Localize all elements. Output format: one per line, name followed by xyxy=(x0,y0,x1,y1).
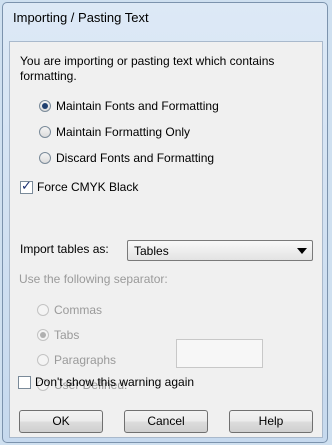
dont-show-label: Don't show this warning again xyxy=(35,375,195,389)
tabs-radio[interactable] xyxy=(37,329,49,341)
import-tables-select[interactable]: Tables xyxy=(127,240,313,261)
force-cmyk-label: Force CMYK Black xyxy=(37,180,139,194)
paragraphs-radio[interactable] xyxy=(37,354,49,366)
help-button[interactable]: Help xyxy=(229,410,313,433)
maintain-fonts-radio[interactable] xyxy=(39,100,51,112)
maintain-formatting-label: Maintain Formatting Only xyxy=(56,125,191,139)
maintain-formatting-radio[interactable] xyxy=(39,126,51,138)
separator-label: Use the following separator: xyxy=(19,272,168,286)
maintain-fonts-label: Maintain Fonts and Formatting xyxy=(56,99,219,113)
chevron-down-icon xyxy=(297,248,307,254)
cancel-button[interactable]: Cancel xyxy=(124,410,208,433)
discard-formatting-label: Discard Fonts and Formatting xyxy=(56,151,215,165)
force-cmyk-checkbox[interactable] xyxy=(20,179,33,194)
tabs-label: Tabs xyxy=(54,328,80,342)
dialog-title: Importing / Pasting Text xyxy=(13,10,149,25)
dont-show-checkbox[interactable] xyxy=(18,376,31,389)
discard-formatting-radio[interactable] xyxy=(39,152,51,164)
import-tables-label: Import tables as: xyxy=(20,242,109,256)
user-defined-input[interactable] xyxy=(176,339,263,368)
import-tables-value: Tables xyxy=(134,244,169,258)
commas-label: Commas xyxy=(54,303,103,317)
commas-radio[interactable] xyxy=(37,304,49,316)
ok-button[interactable]: OK xyxy=(19,410,103,433)
paragraphs-label: Paragraphs xyxy=(54,353,117,367)
formatting-message: You are importing or pasting text which … xyxy=(20,54,275,83)
